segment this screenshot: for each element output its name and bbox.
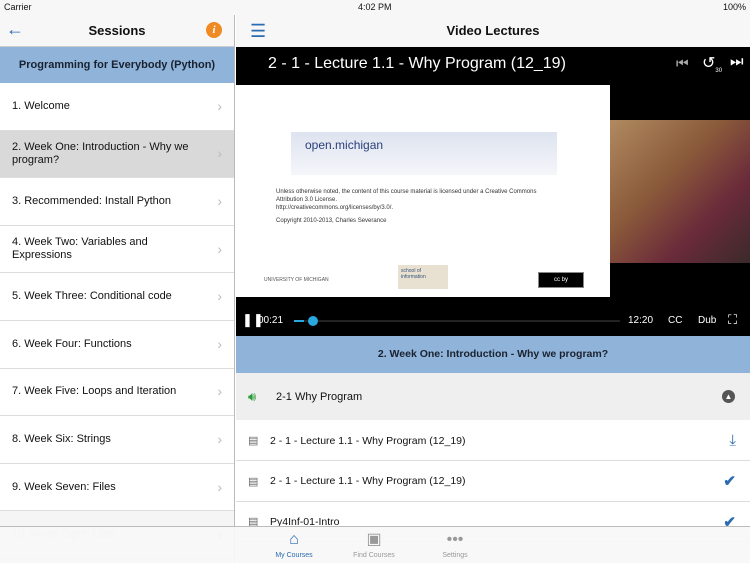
tab-settings[interactable]: ••• Settings [415, 527, 495, 559]
sessions-title: Sessions [88, 23, 146, 38]
copyright: Copyright 2010-2013, Charles Severance [276, 218, 387, 224]
open-michigan-banner: open.michigan [291, 132, 557, 175]
session-label: 5. Week Three: Conditional code [12, 290, 172, 303]
chevron-right-icon: › [217, 430, 222, 447]
session-item[interactable]: 6. Week Four: Functions › [0, 321, 234, 369]
tab-label: My Courses [275, 552, 313, 559]
video-player[interactable]: 2 - 1 - Lecture 1.1 - Why Program (12_19… [236, 47, 750, 336]
license-text: Unless otherwise noted, the content of t… [276, 188, 556, 225]
session-label: 4. Week Two: Variables and Expressions [12, 236, 148, 262]
clock: 4:02 PM [358, 2, 392, 12]
chevron-right-icon: › [217, 192, 222, 209]
session-label: 6. Week Four: Functions [12, 337, 132, 350]
skip-back-icon[interactable]: ↺30 [702, 53, 722, 74]
tab-my-courses[interactable]: ⌂ My Courses [254, 527, 334, 559]
session-label: 9. Week Seven: Files [12, 480, 116, 493]
lecture-item-label: 2 - 1 - Lecture 1.1 - Why Program (12_19… [270, 475, 466, 487]
video-file-icon: ▤ [248, 435, 259, 447]
license-statement: Unless otherwise noted, the content of t… [276, 189, 537, 203]
lectures-title: Video Lectures [446, 23, 540, 38]
course-header: Programming for Everybody (Python) [0, 47, 234, 83]
cc-button[interactable]: CC [668, 315, 682, 326]
document-file-icon: ▤ [248, 475, 259, 488]
chevron-right-icon: › [217, 383, 222, 400]
dub-button[interactable]: Dub [698, 315, 716, 326]
skip-seconds: 30 [715, 68, 723, 75]
session-item[interactable]: 5. Week Three: Conditional code › [0, 273, 234, 321]
chevron-right-icon: › [217, 97, 222, 114]
chevron-right-icon: › [217, 335, 222, 352]
session-item[interactable]: 7. Week Five: Loops and Iteration › [0, 369, 234, 417]
lecture-slide: open.michigan Unless otherwise noted, th… [236, 85, 610, 297]
si-logo: school of information [398, 265, 448, 289]
tab-bar: ⌂ My Courses ▣ Find Courses ••• Settings [0, 526, 750, 563]
collapse-icon[interactable]: ▲ [722, 390, 735, 403]
checkmark-icon: ✔ [723, 473, 736, 490]
speaker-video [610, 120, 750, 263]
session-item[interactable]: 9. Week Seven: Files › [0, 464, 234, 512]
tab-label: Find Courses [353, 552, 395, 559]
session-item[interactable]: 8. Week Six: Strings › [0, 416, 234, 464]
license-url: http://creativecommons.org/licenses/by/3… [276, 205, 394, 211]
session-label: 8. Week Six: Strings [12, 432, 111, 445]
chevron-right-icon: › [217, 145, 222, 162]
session-item[interactable]: 4. Week Two: Variables and Expressions › [0, 226, 234, 274]
chevron-right-icon: › [217, 240, 222, 257]
more-icon: ••• [446, 531, 464, 548]
next-icon[interactable]: ⏭ [730, 53, 744, 70]
sessions-nav-bar: ← Sessions i [0, 15, 234, 47]
tab-label: Settings [442, 552, 468, 559]
open-michigan-logo: open.michigan [305, 138, 384, 152]
session-label: 7. Week Five: Loops and Iteration [12, 385, 177, 398]
speaker-icon: 🔊︎ [248, 388, 257, 404]
video-title: 2 - 1 - Lecture 1.1 - Why Program (12_19… [268, 55, 566, 72]
lecture-group[interactable]: 🔊︎ 2-1 Why Program ▲ [236, 373, 750, 420]
lectures-nav-bar: ☰ Video Lectures [236, 15, 750, 47]
session-item[interactable]: 1. Welcome › [0, 83, 234, 131]
chevron-right-icon: › [217, 478, 222, 495]
lecture-item[interactable]: ▤ 2 - 1 - Lecture 1.1 - Why Program (12_1… [236, 461, 750, 502]
home-icon: ⌂ [289, 531, 299, 548]
download-icon[interactable]: ⤓ [729, 432, 736, 449]
seek-handle[interactable] [307, 316, 318, 326]
sessions-panel: ← Sessions i Programming for Everybody (… [0, 15, 235, 563]
tab-find-courses[interactable]: ▣ Find Courses [334, 527, 414, 559]
box-icon: ▣ [366, 531, 382, 548]
fullscreen-icon[interactable]: ⛶ [728, 312, 737, 328]
chevron-right-icon: › [217, 288, 222, 305]
session-label: 2. Week One: Introduction - Why we progr… [12, 140, 189, 166]
lecture-item-label: 2 - 1 - Lecture 1.1 - Why Program (12_19… [270, 434, 466, 447]
previous-icon[interactable]: ⏮ [676, 55, 689, 72]
carrier: Carrier [4, 2, 32, 12]
info-icon[interactable]: i [206, 22, 222, 38]
session-label: 3. Recommended: Install Python [12, 194, 171, 207]
duration: 12:20 [628, 315, 654, 326]
cc-by-logo: cc by [538, 272, 584, 288]
um-logo: UNIVERSITY OF MICHIGAN [264, 277, 329, 283]
section-header: 2. Week One: Introduction - Why we progr… [236, 336, 750, 373]
session-label: 1. Welcome [12, 99, 70, 112]
status-bar: Carrier 4:02 PM 100% [0, 0, 750, 15]
current-time: 00:21 [258, 315, 284, 326]
seek-bar[interactable] [294, 316, 620, 326]
battery: 100% [722, 2, 746, 12]
session-item[interactable]: 3. Recommended: Install Python › [0, 178, 234, 226]
lecture-item[interactable]: ▤ 2 - 1 - Lecture 1.1 - Why Program (12_1… [236, 421, 750, 461]
session-item[interactable]: 2. Week One: Introduction - Why we progr… [0, 130, 234, 179]
lecture-group-title: 2-1 Why Program [276, 390, 363, 403]
